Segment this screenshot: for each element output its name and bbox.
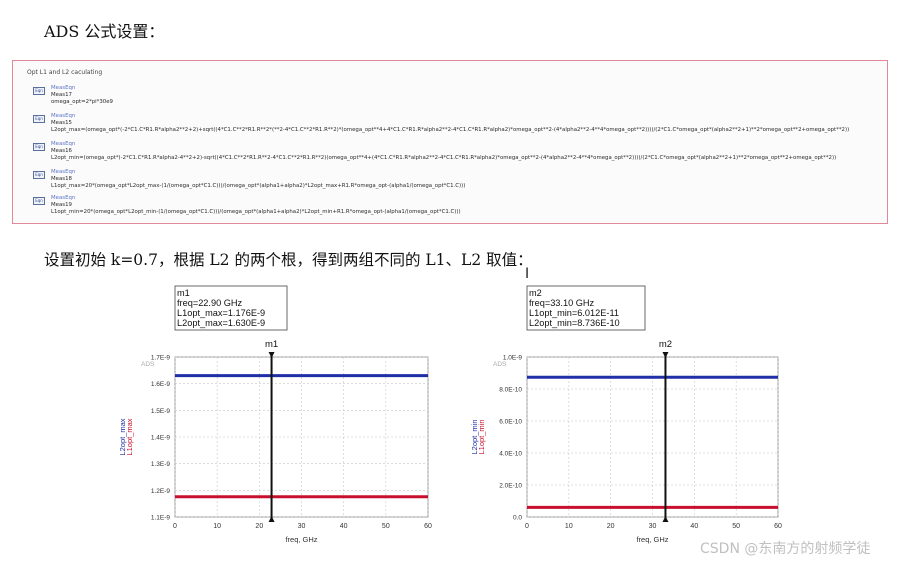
x-tick-label: 0: [525, 523, 529, 530]
x-tick-label: 60: [424, 523, 432, 530]
section-heading: ADS 公式设置：: [44, 22, 165, 41]
equation-name: Meas15: [51, 120, 72, 126]
y-tick-label: 6.0E-10: [499, 419, 522, 426]
meas-eqn-icon: Eqn: [33, 143, 45, 151]
meas-eqn-icon: Eqn: [33, 115, 45, 123]
y-tick-label: 2.0E-10: [499, 483, 522, 490]
x-tick-label: 50: [382, 523, 390, 530]
charts-canvas: 0 10 20 30 40 50 60 1.1E-9 1.2E-9 1.3E-9 1.4E-9 1.5…: [118, 285, 782, 544]
equation-meas16[interactable]: Eqn MeasEqn Meas16 L2opt_min=(omega_opt*…: [33, 141, 883, 167]
marker-readout-line: L2opt_min=8.736E-10: [529, 318, 620, 328]
equation-meas15[interactable]: Eqn MeasEqn Meas15 L2opt_max=(omega_opt*…: [33, 113, 883, 139]
equation-meas19[interactable]: Eqn MeasEqn Meas19 L1opt_min=20*(omega_o…: [33, 195, 883, 221]
ads-brand-label: ADS: [493, 361, 507, 368]
meas-eqn-icon: Eqn: [33, 197, 45, 205]
y-tick-label: 1.5E-9: [151, 408, 171, 415]
y-tick-label: 1.2E-9: [151, 488, 171, 495]
y-tick-label: 1.6E-9: [151, 381, 171, 388]
description-paragraph: 设置初始 k=0.7，根据 L2 的两个根，得到两组不同的 L1、L2 取值：: [44, 251, 533, 269]
y-tick-label: 1.4E-9: [151, 435, 171, 442]
equation-panel[interactable]: Opt L1 and L2 caculating Eqn MeasEqn Mea…: [12, 60, 888, 224]
equation-type: MeasEqn: [51, 195, 76, 201]
marker-label: m2: [659, 339, 672, 350]
marker-readout-line: freq=33.10 GHz: [529, 298, 595, 308]
x-tick-label: 0: [173, 523, 177, 530]
y-tick-label: 8.0E-10: [499, 387, 522, 394]
marker-readout-line: freq=22.90 GHz: [177, 298, 243, 308]
y-tick-label: 4.0E-10: [499, 451, 522, 458]
panel-title: Opt L1 and L2 caculating: [27, 69, 103, 76]
equation-type: MeasEqn: [51, 169, 76, 175]
equation-expr: L1opt_min=20*(omega_opt*L2opt_min-(1/(om…: [51, 209, 461, 215]
y-axis-series-label: L1opt_max: [125, 418, 134, 455]
equation-meas17[interactable]: Eqn MeasEqn Meas17 omega_opt=2*pi*30e9: [33, 85, 883, 111]
x-tick-label: 60: [774, 523, 782, 530]
x-tick-label: 40: [340, 523, 348, 530]
x-axis-label: freq, GHz: [636, 535, 668, 544]
equation-expr: L2opt_max=(omega_opt*(-2*C1.C*R1.R*alpha…: [51, 127, 850, 133]
y-tick-label: 1.3E-9: [151, 461, 171, 468]
x-tick-label: 20: [255, 523, 263, 530]
marker-readout-line: L1opt_max=1.176E-9: [177, 308, 265, 318]
meas-eqn-icon: Eqn: [33, 171, 45, 179]
watermark: CSDN @东南方的射频学徒: [700, 541, 871, 557]
x-tick-label: 30: [649, 523, 657, 530]
equation-expr: omega_opt=2*pi*30e9: [51, 99, 113, 105]
x-tick-label: 20: [607, 523, 615, 530]
equation-name: Meas18: [51, 176, 72, 182]
equation-name: Meas17: [51, 92, 72, 98]
y-axis-series-label: L1opt_min: [477, 419, 486, 454]
x-tick-label: 30: [298, 523, 306, 530]
y-tick-label: 1.1E-9: [151, 515, 171, 522]
equation-meas18[interactable]: Eqn MeasEqn Meas18 L1opt_max=20*(omega_o…: [33, 169, 883, 195]
equation-type: MeasEqn: [51, 113, 76, 119]
equation-expr: L1opt_max=20*(omega_opt*L2opt_max-(1/(om…: [51, 183, 466, 189]
equation-name: Meas19: [51, 202, 72, 208]
x-tick-label: 40: [690, 523, 698, 530]
marker-readout-line: L2opt_max=1.630E-9: [177, 318, 265, 328]
marker-label: m1: [265, 339, 278, 350]
marker-readout-line: m1: [177, 288, 190, 298]
equation-type: MeasEqn: [51, 141, 76, 147]
x-tick-label: 10: [565, 523, 573, 530]
x-tick-label: 10: [213, 523, 221, 530]
y-tick-label: 0.0: [513, 515, 522, 522]
x-axis-label: freq, GHz: [285, 535, 317, 544]
ads-brand-label: ADS: [141, 361, 155, 368]
equation-type: MeasEqn: [51, 85, 76, 91]
equation-expr: L2opt_min=(omega_opt*(-2*C1.C*R1.R*alpha…: [51, 155, 837, 161]
meas-eqn-icon: Eqn: [33, 87, 45, 95]
marker-readout-line: m2: [529, 288, 542, 298]
x-tick-label: 50: [732, 523, 740, 530]
marker-readout-line: L1opt_min=6.012E-11: [529, 308, 619, 318]
equation-name: Meas16: [51, 148, 72, 154]
